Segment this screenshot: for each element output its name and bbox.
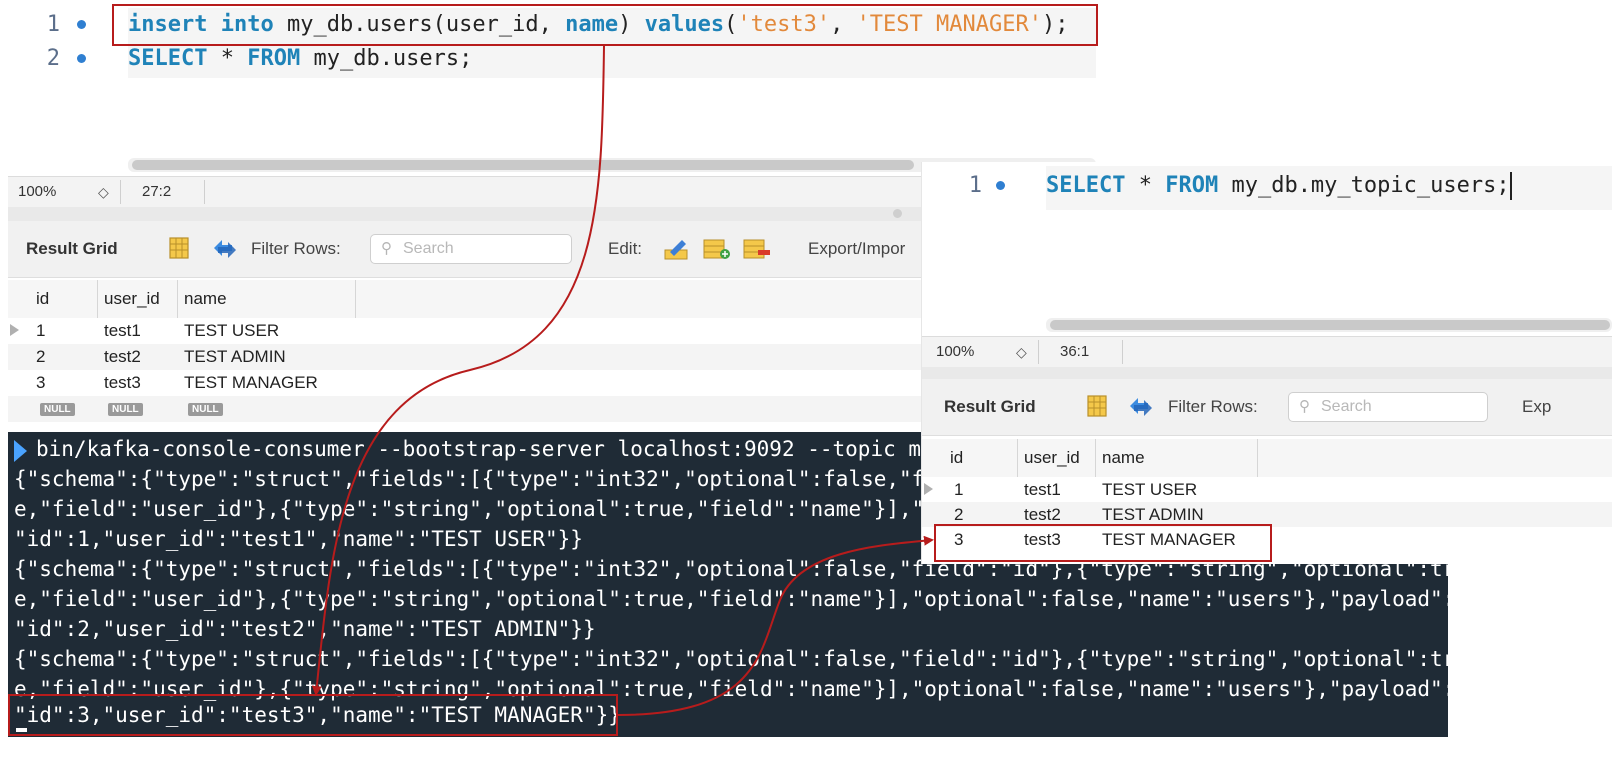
flow-arrows bbox=[311, 45, 934, 716]
arrow-kafka-to-topic-table bbox=[617, 535, 934, 716]
arrow-insert-to-kafka bbox=[311, 45, 605, 696]
